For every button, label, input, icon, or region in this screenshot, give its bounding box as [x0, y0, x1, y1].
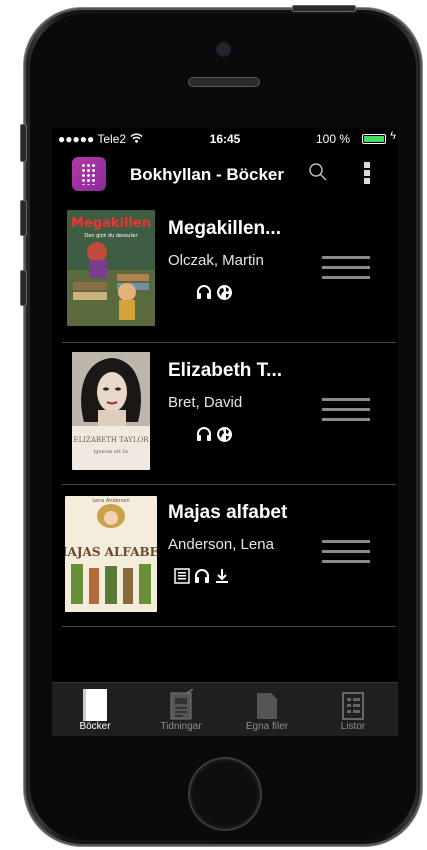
- tab-label: Tidningar: [160, 721, 202, 732]
- book-title: Elizabeth T...: [168, 360, 283, 381]
- format-icons: [196, 283, 233, 301]
- app-logo: [72, 157, 106, 191]
- book-author: Olczak, Martin: [168, 252, 264, 269]
- tab-own-files[interactable]: Egna filer: [224, 683, 310, 736]
- earpiece-speaker: [188, 77, 260, 87]
- newspaper-icon: [170, 689, 194, 720]
- drag-handle-icon[interactable]: [322, 398, 370, 422]
- download-icon: [216, 569, 228, 583]
- globe-icon: [217, 426, 232, 442]
- tab-lists[interactable]: Listor: [310, 683, 396, 736]
- book-icon: [83, 689, 107, 721]
- tab-label: Listor: [340, 721, 366, 732]
- search-icon[interactable]: [308, 162, 328, 182]
- book-cover-megakillen: Megakillen Den gick du dessuter: [67, 210, 155, 326]
- book-author: Anderson, Lena: [168, 536, 274, 553]
- cover-title-text: ELIZABETH TAYLOR: [73, 436, 149, 444]
- book-row[interactable]: Lena Anderson MAJAS ALFABET Majas alfabe…: [62, 484, 396, 627]
- drag-handle-icon[interactable]: [322, 256, 370, 280]
- book-author: Bret, David: [168, 394, 243, 411]
- book-cover-elizabeth-taylor: ELIZABETH TAYLOR Igenom ett liv: [72, 352, 150, 470]
- drag-handle-icon[interactable]: [322, 540, 370, 564]
- book-row[interactable]: ELIZABETH TAYLOR Igenom ett liv Elizabet…: [62, 342, 396, 485]
- tab-label: Böcker: [79, 721, 111, 732]
- volume-up-button: [20, 200, 27, 236]
- page-title: Bokhyllan - Böcker: [130, 165, 284, 184]
- app-header: Bokhyllan - Böcker: [52, 154, 398, 198]
- tab-label: Egna filer: [245, 721, 289, 732]
- battery-percent: 100 %: [315, 132, 350, 146]
- book-title: Megakillen...: [168, 218, 281, 239]
- charging-icon: ϟ: [390, 130, 396, 142]
- home-button[interactable]: [190, 759, 260, 829]
- cover-title-text: MAJAS ALFABET: [65, 545, 157, 559]
- cover-subtitle-text: Igenom ett liv: [93, 449, 128, 455]
- book-cover-majas-alfabet: Lena Anderson MAJAS ALFABET: [65, 496, 157, 612]
- battery-icon: [362, 134, 386, 144]
- front-camera: [218, 44, 229, 55]
- tab-books[interactable]: Böcker: [52, 683, 138, 736]
- volume-down-button: [20, 270, 27, 306]
- tab-newspapers[interactable]: Tidningar: [138, 683, 224, 736]
- format-icons: [196, 425, 233, 443]
- headphones-icon: [195, 569, 209, 583]
- cover-title-text: Megakillen: [71, 216, 151, 231]
- power-button: [292, 5, 356, 12]
- text-icon: [174, 568, 190, 584]
- list-icon: [342, 692, 364, 720]
- globe-icon: [217, 284, 232, 300]
- book-title: Majas alfabet: [168, 502, 288, 523]
- book-row[interactable]: Megakillen Den gick du dessuter Megakill…: [62, 200, 396, 343]
- status-bar: ●●●●● Tele2 16:45 100 % ϟ: [52, 128, 398, 150]
- headphones-icon: [197, 285, 211, 299]
- cover-author-text: Lena Anderson: [92, 498, 129, 504]
- mute-switch: [20, 124, 27, 162]
- more-menu-icon[interactable]: [364, 162, 370, 184]
- headphones-icon: [197, 427, 211, 441]
- tab-bar: Böcker Tidningar Egna filer Listor: [52, 682, 398, 736]
- app-screen: ●●●●● Tele2 16:45 100 % ϟ Bokhyllan - Bö…: [52, 128, 398, 736]
- format-icons: [174, 567, 230, 585]
- cover-subtitle-text: Den gick du dessuter: [84, 233, 138, 239]
- sd-card-icon: [257, 693, 277, 719]
